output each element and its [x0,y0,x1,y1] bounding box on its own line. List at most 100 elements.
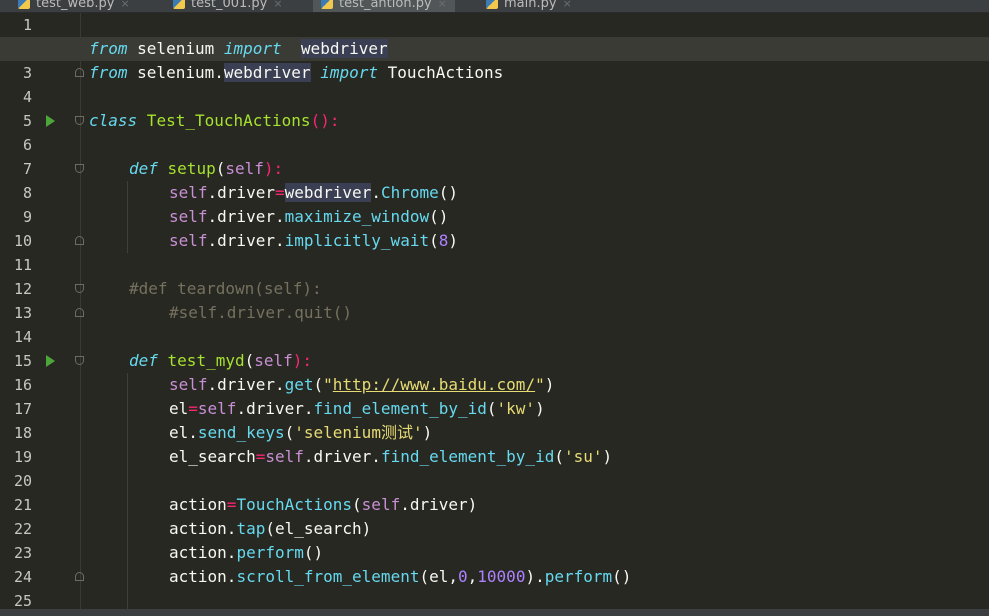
keyword: from [89,63,128,82]
close-icon[interactable]: × [273,0,282,10]
gutter-row: 25 [0,589,989,609]
keyword: def [129,159,158,178]
keyword: class [89,111,138,130]
self-ref: self [265,447,304,466]
editor-tab-bar: test_web.py × test_001.py × test_antion.py × m… [0,0,989,13]
keyword: import [223,39,282,58]
close-icon[interactable]: × [438,0,447,10]
close-icon[interactable]: × [563,0,572,10]
self-ref: self [169,375,208,394]
self-ref: self [169,231,208,250]
string-literal: 'selenium测试' [294,423,423,442]
code-editor[interactable]: 1234567891011121314151617181920212223242… [0,13,989,609]
number-literal: 10000 [477,567,526,586]
punctuation: ( [215,159,226,178]
code-line-23[interactable]: action.perform() [0,541,989,565]
punctuation: ( [554,447,564,466]
punctuation: () [429,207,449,226]
code-line-12[interactable]: #def teardown(self): [0,277,989,301]
code-line-16[interactable]: self.driver.get("http://www.baidu.com/") [0,373,989,397]
method-name: send_keys [197,423,285,442]
method-name: perform [544,567,613,586]
url-string[interactable]: http://www.baidu.com/ [333,375,535,394]
self-param: self [254,351,293,370]
gutter-row: 4 [0,85,989,109]
code-line-10[interactable]: self.driver.implicitly_wait(8) [0,229,989,253]
variable: el_search [169,447,256,466]
gutter-row: 6 [0,133,989,157]
attribute: .driver [207,183,275,202]
editor-tab[interactable]: test_web.py × [10,0,138,12]
gutter-row: 14 [0,325,989,349]
code-line-8[interactable]: self.driver=webdriver.Chrome() [0,181,989,205]
module-name: webdriver [223,63,311,82]
tab-label: main.py [504,0,557,11]
code-line-19[interactable]: el_search=self.driver.find_element_by_id… [0,445,989,469]
code-line-3[interactable]: from selenium.webdriver import TouchActi… [0,61,989,85]
method-name: Chrome [380,183,439,202]
close-icon[interactable]: × [120,0,129,10]
editor-tab[interactable]: test_antion.py × [313,0,455,12]
code-line-17[interactable]: el=self.driver.find_element_by_id('kw') [0,397,989,421]
line-number: 1 [22,16,32,34]
comment: #def teardown(self): [129,279,322,298]
attribute: .driver. [303,447,381,466]
method-name: perform [236,543,304,562]
attribute: .driver. [207,375,285,394]
operator: = [255,447,266,466]
punctuation: ( [244,351,255,370]
punctuation: (): [310,111,340,130]
self-ref: self [169,207,208,226]
editor-tab[interactable]: main.py × [478,0,580,12]
code-line-18[interactable]: el.send_keys('selenium测试') [0,421,989,445]
editor-tab[interactable]: test_001.py × [165,0,291,12]
code-line-5[interactable]: class Test_TouchActions(): [0,109,989,133]
keyword: from [89,39,128,58]
code-line-13[interactable]: #self.driver.quit() [0,301,989,325]
code-line-15[interactable]: def test_myd(self): [0,349,989,373]
code-line-9[interactable]: self.driver.maximize_window() [0,205,989,229]
function-name: test_myd [157,351,245,370]
code-line-22[interactable]: action.tap(el_search) [0,517,989,541]
comment: #self.driver.quit() [169,303,353,322]
variable: el [169,399,189,418]
self-ref: self [361,495,401,514]
punctuation: ) [544,375,555,394]
number-literal: 8 [438,231,449,250]
punctuation: ). [525,567,545,586]
python-file-icon [486,0,498,9]
punctuation: (el_search) [265,519,372,538]
imported-name: TouchActions [378,63,504,82]
keyword: import [320,63,378,82]
gutter-row: 20 [0,469,989,493]
method-name: implicitly_wait [284,231,430,250]
method-name: find_element_by_id [380,447,555,466]
operator: = [188,399,198,418]
punctuation: () [303,543,324,562]
tab-label: test_web.py [36,0,115,11]
horizontal-scrollbar[interactable] [0,609,989,616]
function-name: setup [157,159,216,178]
gutter-row: 11 [0,253,989,277]
imported-name: webdriver [300,39,388,58]
variable: el. [169,423,198,442]
punctuation: () [612,567,632,586]
variable: action. [169,543,237,562]
method-name: tap [236,519,266,538]
python-file-icon [18,0,30,9]
method-name: scroll_from_element [236,567,420,586]
self-param: self [225,159,264,178]
module-ref: webdriver [284,183,372,202]
tab-label: test_001.py [191,0,268,11]
code-line-21[interactable]: action=TouchActions(self.driver) [0,493,989,517]
code-line-24[interactable]: action.scroll_from_element(el,0,10000).p… [0,565,989,589]
attribute: .driver. [207,231,285,250]
string-quote: " [323,375,333,394]
punctuation: () [438,183,459,202]
code-line-2[interactable]: from selenium import webdriver [0,37,989,61]
punctuation: ) [602,447,613,466]
punctuation: ) [535,399,545,418]
module-name: selenium [127,39,224,58]
code-line-7[interactable]: def setup(self): [0,157,989,181]
string-quote: " [535,375,545,394]
